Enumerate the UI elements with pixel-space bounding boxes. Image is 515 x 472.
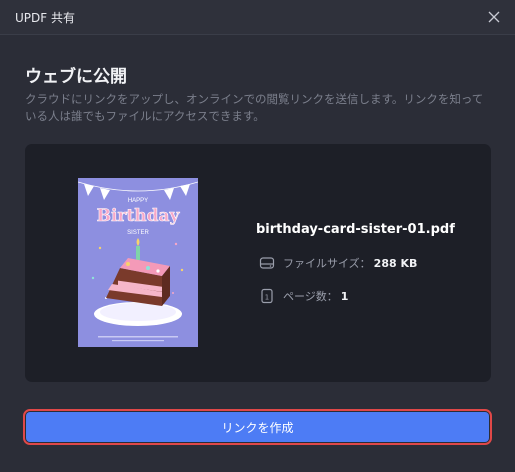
drive-icon xyxy=(259,255,275,271)
close-icon xyxy=(488,11,500,23)
close-button[interactable] xyxy=(483,6,505,28)
title-bar: UPDF 共有 xyxy=(0,0,515,35)
page-count-row: 1 ページ数： 1 xyxy=(259,288,348,304)
create-link-focus-ring: リンクを作成 xyxy=(23,409,492,445)
thumb-text-sister: SISTER xyxy=(127,230,149,236)
svg-text:1: 1 xyxy=(265,294,269,302)
file-name: birthday-card-sister-01.pdf xyxy=(256,222,455,237)
thumb-text-happy: HAPPY xyxy=(128,198,148,204)
file-size-label: ファイルサイズ： xyxy=(283,257,371,270)
file-card: HAPPY Birthday SISTER birthday-card-sist… xyxy=(25,144,491,382)
panel-heading: ウェブに公開 xyxy=(25,67,127,87)
page-count-value: 1 xyxy=(340,289,349,303)
file-size-value: 288 KB xyxy=(373,256,418,270)
page-icon: 1 xyxy=(259,288,275,304)
page-count-label: ページ数： xyxy=(283,290,338,303)
panel-description: クラウドにリンクをアップし、オンラインでの閲覧リンクを送信します。リンクを知って… xyxy=(25,92,484,123)
file-size-row: ファイルサイズ： 288 KB xyxy=(259,255,417,271)
window-title: UPDF 共有 xyxy=(15,11,75,25)
file-thumbnail: HAPPY Birthday SISTER xyxy=(78,178,198,347)
create-link-button[interactable]: リンクを作成 xyxy=(26,412,489,442)
thumb-text-birthday: Birthday xyxy=(97,206,181,226)
